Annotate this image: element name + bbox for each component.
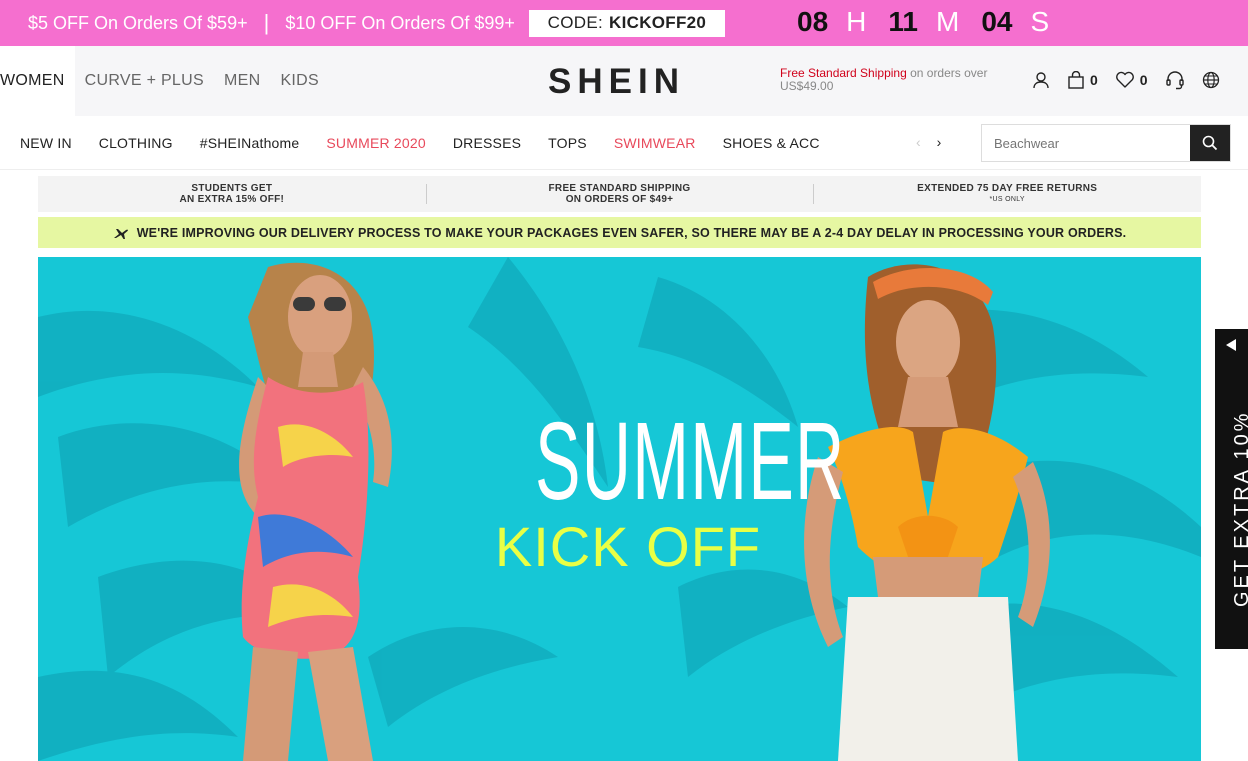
promo-code-value: KICKOFF20 (609, 13, 707, 32)
support-button[interactable] (1165, 70, 1185, 90)
nav-item-shoes-acc[interactable]: SHOES & ACC (723, 135, 820, 151)
cart-count: 0 (1090, 72, 1098, 88)
promo-code: CODE: KICKOFF20 (528, 9, 725, 37)
category-tab-women[interactable]: WOMEN (0, 46, 75, 116)
nav-item-swimwear[interactable]: SWIMWEAR (614, 135, 696, 151)
airplane-icon (113, 228, 128, 239)
category-tab-curve-plus[interactable]: CURVE + PLUS (75, 46, 214, 116)
header-icons: 0 0 (1032, 70, 1237, 90)
promo-code-label: CODE: (547, 13, 604, 32)
category-tabs: WOMEN CURVE + PLUS MEN KIDS (0, 46, 329, 116)
benefit-shipping-line2: ON ORDERS OF $49+ (565, 194, 674, 205)
hero-title: SUMMER KICK OFF (478, 400, 846, 578)
timer-minutes-unit: M (936, 6, 960, 37)
search-icon (1202, 135, 1218, 151)
nav-items: NEW IN CLOTHING #SHEINathome SUMMER 2020… (20, 116, 847, 170)
nav-scroll-arrows: ‹ › (916, 134, 957, 150)
bag-icon (1068, 71, 1084, 89)
language-button[interactable] (1202, 71, 1220, 89)
nav-item-tops[interactable]: TOPS (548, 135, 587, 151)
heart-icon (1115, 71, 1134, 88)
wishlist-count: 0 (1139, 72, 1148, 88)
nav-next-arrow[interactable]: › (937, 134, 942, 150)
delivery-notice-text: WE'RE IMPROVING OUR DELIVERY PROCESS TO … (136, 225, 1127, 240)
shipping-info[interactable]: Free Standard Shipping on orders over US… (780, 67, 1010, 93)
main-nav: NEW IN CLOTHING #SHEINathome SUMMER 2020… (0, 116, 1248, 170)
promo-offer-1: $5 OFF On Orders Of $59+ (28, 12, 248, 33)
category-tab-men[interactable]: MEN (214, 46, 270, 116)
model-left-image (239, 262, 392, 761)
hero-banner[interactable]: SUMMER KICK OFF (38, 257, 1201, 761)
benefit-shipping-line1: FREE STANDARD SHIPPING (548, 183, 691, 194)
hero-title-kick-off: KICK OFF (494, 515, 762, 578)
timer-hours-unit: H (846, 6, 867, 37)
search-button[interactable] (1190, 125, 1230, 161)
promo-offer-2: $10 OFF On Orders Of $99+ (285, 12, 515, 33)
timer-seconds-unit: S (1030, 6, 1050, 37)
hero-title-summer: SUMMER (535, 400, 846, 523)
shipping-info-highlight: Free Standard Shipping (780, 66, 907, 80)
category-tab-kids[interactable]: KIDS (270, 46, 329, 116)
benefit-students-line1: STUDENTS GET (191, 183, 273, 194)
nav-prev-arrow[interactable]: ‹ (916, 134, 921, 150)
timer-seconds: 04 (981, 6, 1013, 37)
benefit-students[interactable]: STUDENTS GET AN EXTRA 15% OFF! (38, 176, 426, 212)
nav-item-sheinathome[interactable]: #SHEINathome (200, 135, 300, 151)
user-icon (1033, 72, 1049, 89)
benefit-shipping[interactable]: FREE STANDARD SHIPPING ON ORDERS OF $49+ (425, 176, 814, 212)
search-input[interactable] (982, 125, 1190, 161)
timer-hours: 08 (797, 6, 829, 37)
nav-item-new-in[interactable]: NEW IN (20, 135, 72, 151)
delivery-notice: WE'RE IMPROVING OUR DELIVERY PROCESS TO … (38, 217, 1201, 248)
extra-discount-text: GET EXTRA 10% (1231, 410, 1248, 607)
extra-discount-tab[interactable]: GET EXTRA 10% (1215, 329, 1248, 649)
nav-item-dresses[interactable]: DRESSES (453, 135, 521, 151)
nav-item-summer-2020[interactable]: SUMMER 2020 (326, 135, 425, 151)
headset-icon (1165, 71, 1184, 90)
site-header: WOMEN CURVE + PLUS MEN KIDS SHEIN Free S… (0, 46, 1248, 116)
benefit-returns[interactable]: EXTENDED 75 DAY FREE RETURNS *US ONLY (813, 176, 1201, 212)
promo-separator: | (263, 10, 270, 35)
nav-item-clothing[interactable]: CLOTHING (99, 135, 173, 151)
wishlist-button[interactable]: 0 (1115, 71, 1148, 89)
countdown-timer: 08 H 11 M 04 S (797, 6, 1049, 38)
promo-bar[interactable]: $5 OFF On Orders Of $59+ | $10 OFF On Or… (0, 0, 1248, 46)
search-box (981, 124, 1231, 162)
benefit-returns-line2: *US ONLY (989, 196, 1025, 203)
benefits-strip: STUDENTS GET AN EXTRA 15% OFF! FREE STAN… (38, 176, 1201, 212)
account-button[interactable] (1032, 71, 1050, 89)
benefit-returns-line1: EXTENDED 75 DAY FREE RETURNS (917, 183, 1098, 194)
globe-icon (1202, 71, 1219, 89)
shein-logo[interactable]: SHEIN (548, 62, 685, 102)
collapse-arrow-icon (1226, 339, 1236, 351)
cart-button[interactable]: 0 (1067, 71, 1098, 89)
timer-minutes: 11 (888, 6, 918, 37)
benefit-students-line2: AN EXTRA 15% OFF! (179, 194, 285, 205)
